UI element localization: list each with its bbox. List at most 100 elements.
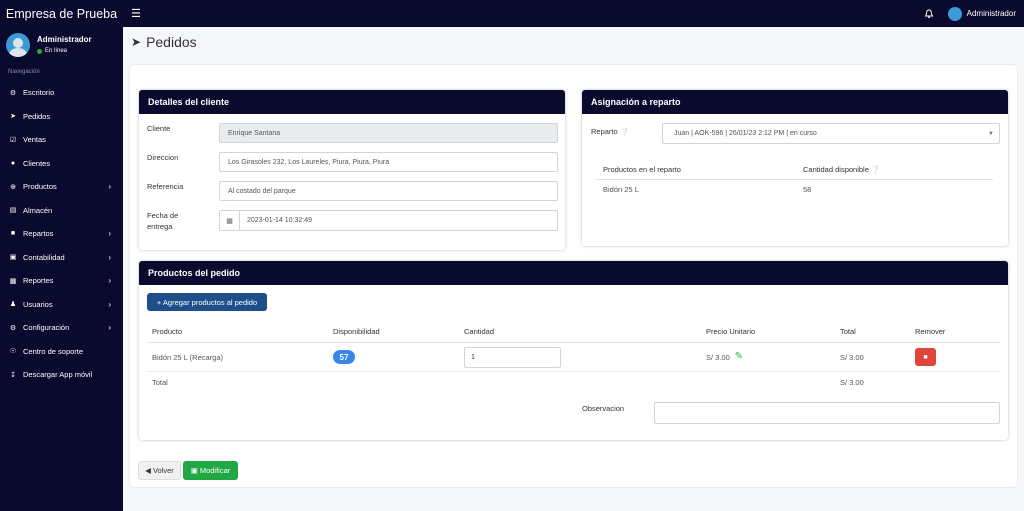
unit-price: S/ 3.00 ✎	[706, 351, 743, 363]
download-icon: ↧	[10, 371, 16, 379]
page-title: ➤ Pedidos	[131, 34, 197, 50]
fecha-label-line1: Fecha de	[147, 211, 179, 220]
reparto-row-producto: Bidón 25 L	[603, 185, 639, 194]
sidebar-item-repartos[interactable]: ■ Repartos ›	[0, 222, 123, 246]
nav-header: Navegación	[8, 69, 40, 75]
unit-price-value: S/ 3.00	[706, 353, 730, 362]
reparto-selected-value: Juan | AOK-596 | 26/01/23 2:12 PM | en c…	[674, 130, 817, 137]
sidebar-item-label: Contabilidad	[23, 252, 65, 262]
back-arrow-icon: ◀	[145, 466, 151, 475]
fecha-row: Fecha de entrega ▦ 2023-01-14 10:32:49	[147, 210, 558, 232]
referencia-label: Referencia	[147, 182, 184, 191]
client-row: Cliente Enrique Santana	[147, 123, 558, 143]
trash-icon: ■	[923, 353, 928, 361]
avatar	[6, 33, 30, 57]
sidebar-item-label: Pedidos	[23, 111, 51, 121]
direccion-field[interactable]: Los Girasoles 232, Los Laureles, Piura, …	[219, 152, 558, 172]
referencia-field[interactable]: Al costado del parque	[219, 181, 558, 201]
brand-name[interactable]: Empresa de Prueba	[0, 7, 123, 21]
rocket-icon: ➤	[131, 35, 142, 49]
cogs-icon: ⚙	[9, 324, 17, 332]
users-icon: ●	[10, 159, 16, 167]
online-dot-icon	[37, 48, 42, 54]
productos-title: Productos del pedido	[139, 261, 1008, 285]
top-navbar: Empresa de Prueba ☰ Administrador	[0, 0, 1024, 27]
reparto-label: Reparto ❔	[591, 127, 629, 136]
sidebar-item-label: Ventas	[23, 135, 46, 145]
sidebar-item-configuracion[interactable]: ⚙ Configuración ›	[0, 316, 123, 340]
sidebar-item-soporte[interactable]: ☉ Centro de soporte	[0, 340, 123, 364]
col-precio-unitario: Precio Unitario	[706, 327, 756, 336]
reparto-row-cantidad: 58	[803, 185, 812, 194]
hamburger-icon[interactable]: ☰	[131, 7, 141, 20]
direccion-label: Direccion	[147, 153, 179, 162]
fecha-label: Fecha de entrega	[147, 210, 219, 232]
sidebar-item-descargar-app[interactable]: ↧ Descargar App móvil	[0, 363, 123, 387]
globe-icon: ☉	[9, 348, 17, 356]
chevron-right-icon: ›	[108, 252, 111, 262]
edit-icon[interactable]: ✎	[735, 351, 743, 362]
divider	[147, 371, 1000, 372]
sidebar-item-label: Escritorio	[23, 88, 55, 98]
question-circle-icon: ❔	[870, 165, 881, 174]
availability-badge: 57	[333, 350, 355, 364]
file-icon: ▤	[9, 207, 17, 215]
sidebar-item-ventas[interactable]: ☑ Ventas	[0, 128, 123, 152]
fecha-field[interactable]: ▦ 2023-01-14 10:32:49	[219, 210, 558, 231]
observacion-textarea[interactable]	[654, 402, 1000, 424]
client-details-title: Detalles del cliente	[139, 90, 565, 114]
money-icon: ▣	[9, 254, 17, 262]
sidebar-item-productos[interactable]: ⊕ Productos ›	[0, 175, 123, 199]
save-label: Modificar	[199, 466, 231, 475]
reparto-label-text: Reparto	[591, 127, 618, 136]
topbar-right: Administrador	[924, 6, 1016, 21]
page-title-text: Pedidos	[146, 34, 197, 50]
remove-button[interactable]: ■	[915, 348, 936, 366]
sidebar-item-label: Repartos	[23, 229, 54, 239]
sidebar-item-label: Productos	[23, 182, 57, 192]
sidebar-user-name: Administrador	[37, 35, 92, 44]
col-cantidad-disponible: Cantidad disponible ❔	[803, 165, 880, 174]
sidebar-item-escritorio[interactable]: ⚙ Escritorio	[0, 81, 123, 105]
col-cantidad-text: Cantidad disponible	[803, 165, 869, 174]
main-panel: Detalles del cliente Cliente Enrique San…	[130, 65, 1017, 487]
bell-icon[interactable]	[924, 9, 934, 19]
cliente-label: Cliente	[147, 124, 171, 133]
fecha-value: 2023-01-14 10:32:49	[247, 217, 312, 224]
chevron-right-icon: ›	[108, 182, 111, 192]
reparto-card: Asignación a reparto Reparto ❔ Juan | AOK…	[582, 90, 1008, 246]
add-products-button[interactable]: + Agregar productos al pedido	[147, 293, 267, 311]
save-button[interactable]: ▣ Modificar	[183, 461, 238, 480]
divider	[147, 342, 1000, 343]
chevron-right-icon: ›	[108, 299, 111, 309]
col-disponibilidad: Disponibilidad	[333, 327, 380, 336]
sidebar-item-reportes[interactable]: ▩ Reportes ›	[0, 269, 123, 293]
calendar-icon: ▦	[220, 211, 240, 230]
product-name: Bidón 25 L (Recarga)	[152, 353, 224, 362]
sidebar-item-almacen[interactable]: ▤ Almacén	[0, 199, 123, 223]
question-circle-icon: ❔	[620, 128, 630, 136]
chart-icon: ▩	[9, 277, 17, 285]
sidebar-item-clientes[interactable]: ● Clientes	[0, 152, 123, 176]
quantity-input[interactable]: 1	[464, 347, 561, 368]
reparto-select[interactable]: Juan | AOK-596 | 26/01/23 2:12 PM | en c…	[662, 123, 1000, 144]
client-details-card: Detalles del cliente Cliente Enrique San…	[139, 90, 565, 250]
user-status-text: En línea	[45, 48, 68, 54]
sidebar-item-pedidos[interactable]: ➤ Pedidos	[0, 105, 123, 129]
circle-plus-icon: ⊕	[10, 183, 16, 191]
col-total: Total	[840, 327, 856, 336]
user-menu[interactable]: Administrador	[967, 9, 1016, 18]
sidebar-item-contabilidad[interactable]: ▣ Contabilidad ›	[0, 246, 123, 270]
direccion-row: Direccion Los Girasoles 232, Los Laurele…	[147, 152, 558, 172]
save-icon: ▣	[190, 466, 198, 475]
user-avatar[interactable]	[947, 6, 962, 21]
col-producto: Producto	[152, 327, 183, 336]
productos-card: Productos del pedido + Agregar productos…	[139, 261, 1008, 440]
col-productos-reparto: Productos en el reparto	[603, 165, 681, 174]
sidebar-item-usuarios[interactable]: ♟ Usuarios ›	[0, 293, 123, 317]
back-button[interactable]: ◀ Volver	[138, 461, 181, 480]
sidebar-item-label: Reportes	[23, 276, 54, 286]
col-remover: Remover	[915, 327, 946, 336]
rocket-icon: ➤	[10, 113, 16, 121]
user-icon: ♟	[9, 301, 17, 309]
